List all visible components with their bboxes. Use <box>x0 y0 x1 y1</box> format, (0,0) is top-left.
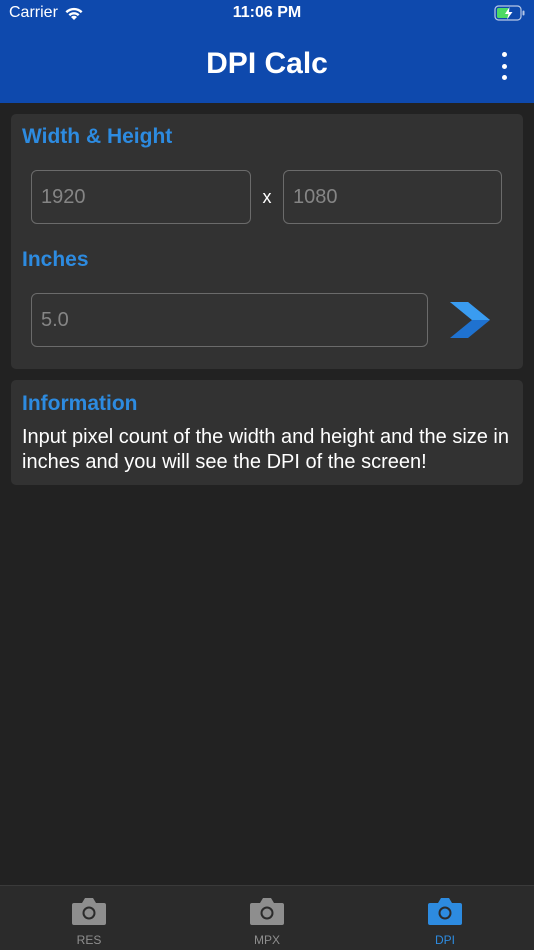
information-card: Information Input pixel count of the wid… <box>11 380 523 485</box>
information-text: Input pixel count of the width and heigh… <box>22 426 510 473</box>
tab-dpi[interactable]: DPI <box>356 886 534 950</box>
app-header: Carrier 11:06 PM DPI Calc <box>0 0 534 103</box>
inches-input[interactable] <box>31 293 428 347</box>
tab-mpx-label: MPX <box>253 933 280 947</box>
inches-label: Inches <box>22 248 89 271</box>
tab-bar: RES MPX DPI <box>0 885 534 950</box>
information-title: Information <box>22 392 138 415</box>
tab-mpx[interactable]: MPX <box>178 886 356 950</box>
chevron-right-icon <box>450 302 490 338</box>
more-vertical-icon <box>501 52 507 57</box>
camera-icon <box>428 898 462 925</box>
nav-bar: DPI Calc <box>0 28 534 103</box>
calculate-button[interactable] <box>448 296 498 346</box>
input-card: Width & Height x Inches <box>11 114 523 369</box>
more-options-button[interactable] <box>494 52 514 80</box>
page-title: DPI Calc <box>206 47 328 80</box>
height-input[interactable] <box>283 170 502 224</box>
tab-res-label: RES <box>76 933 102 947</box>
camera-icon <box>250 898 284 925</box>
tab-dpi-label: DPI <box>434 933 455 947</box>
times-separator: x <box>262 187 272 207</box>
battery-charging-icon <box>494 5 525 21</box>
camera-icon <box>72 898 106 925</box>
width-input[interactable] <box>31 170 251 224</box>
tab-res[interactable]: RES <box>0 886 178 950</box>
status-bar: Carrier 11:06 PM <box>0 0 534 28</box>
status-time: 11:06 PM <box>232 4 302 21</box>
width-height-label: Width & Height <box>22 125 173 148</box>
